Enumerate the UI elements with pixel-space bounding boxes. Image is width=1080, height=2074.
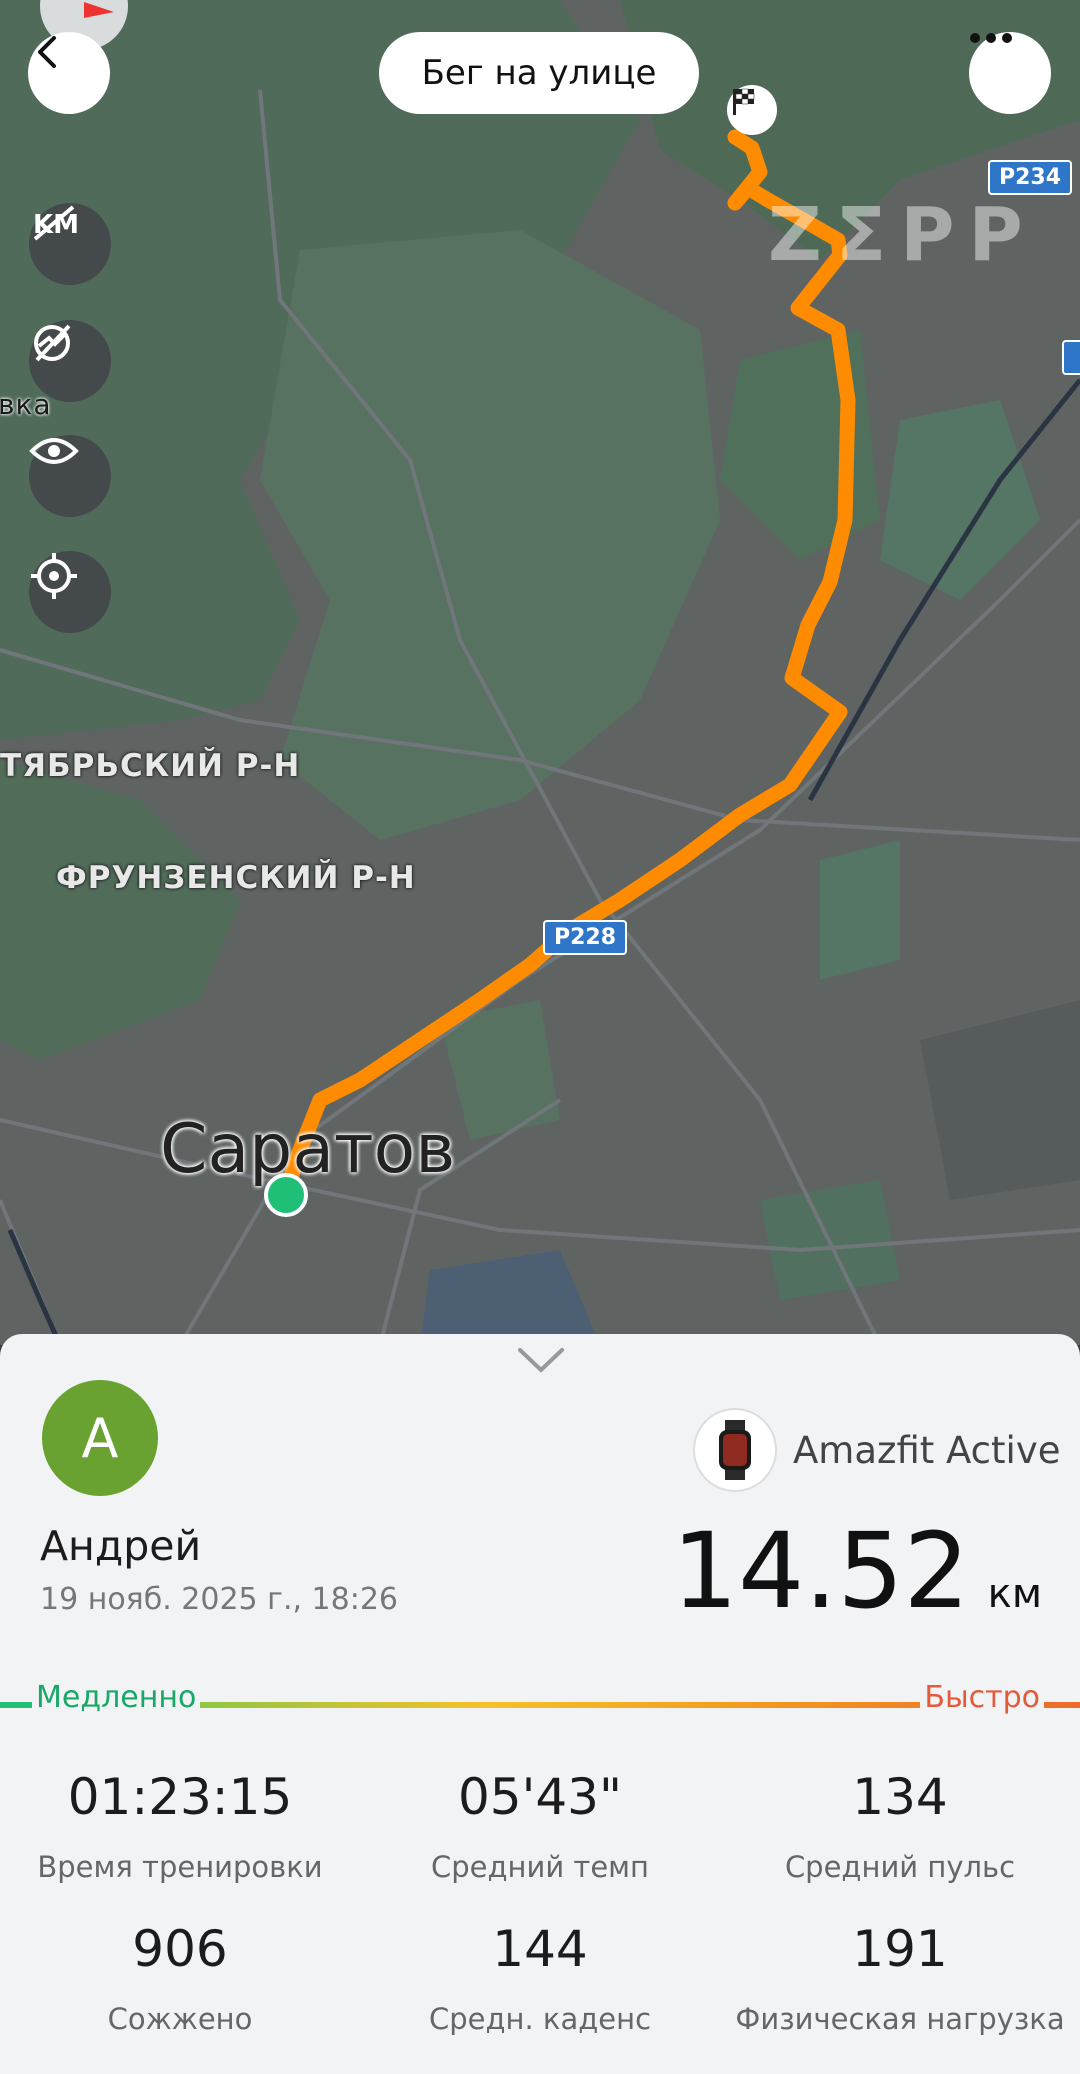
- locate-button[interactable]: [29, 551, 111, 633]
- pace-slow-label: Медленно: [32, 1680, 201, 1715]
- road-shield-p234: P234: [988, 160, 1073, 195]
- device-badge[interactable]: Amazfit Active: [693, 1408, 1060, 1492]
- pace-fast-label: Быстро: [920, 1680, 1044, 1715]
- distance-readout: 14.52 км: [672, 1510, 1042, 1632]
- stat-value-pace: 05'43": [458, 1768, 622, 1826]
- route-map[interactable]: ZΣPP P234 P228 вка ТЯБРЬСКИЙ Р-Н ФРУНЗЕН…: [0, 0, 1080, 1345]
- avatar[interactable]: A: [42, 1380, 158, 1496]
- avatar-letter: A: [81, 1406, 119, 1470]
- stat-label-training-load: Физическая нагрузка: [735, 2002, 1065, 2036]
- stat-label-calories: Сожжено: [107, 2002, 253, 2036]
- collapse-sheet-button[interactable]: [518, 1346, 564, 1376]
- stat-value-cadence: 144: [492, 1920, 588, 1978]
- zepp-watermark: ZΣPP: [768, 192, 1037, 278]
- no-pace-icon: [34, 324, 71, 362]
- visibility-toggle[interactable]: [29, 435, 111, 517]
- stat-label-cadence: Средн. каденс: [428, 2002, 652, 2036]
- stat-label-heart-rate: Средний пульс: [784, 1850, 1016, 1884]
- watch-icon: [693, 1408, 777, 1492]
- road-shield-p228: P228: [543, 920, 628, 955]
- stat-label-pace: Средний темп: [431, 1850, 649, 1884]
- workout-datetime: 19 нояб. 2025 г., 18:26: [40, 1582, 399, 1617]
- back-button[interactable]: [28, 32, 110, 114]
- district-label-oktyabrsky: ТЯБРЬСКИЙ Р-Н: [0, 748, 301, 784]
- chevron-down-icon: [518, 1348, 564, 1373]
- district-label-frunzensky: ФРУНЗЕНСКИЙ Р-Н: [56, 860, 416, 896]
- distance-value: 14.52: [671, 1510, 970, 1632]
- locate-icon: [31, 553, 77, 599]
- city-label: Саратов: [160, 1110, 456, 1189]
- pace-color-toggle[interactable]: [29, 320, 111, 402]
- stat-value-heart-rate: 134: [852, 1768, 948, 1826]
- eye-icon: [29, 438, 79, 464]
- user-name: Андрей: [40, 1522, 202, 1570]
- more-dots-icon: [970, 33, 1012, 43]
- pace-legend: Медленно Быстро: [0, 1680, 1080, 1720]
- device-name: Amazfit Active: [793, 1428, 1061, 1472]
- workout-type-pill[interactable]: Бег на улице: [379, 32, 699, 114]
- stat-label-duration: Время тренировки: [37, 1850, 323, 1884]
- stat-value-calories: 906: [132, 1920, 228, 1978]
- road-shield-edge: [1062, 340, 1080, 375]
- page-title: Бег на улице: [421, 53, 657, 93]
- more-button[interactable]: [969, 32, 1051, 114]
- stat-value-duration: 01:23:15: [67, 1768, 293, 1826]
- km-marker-icon: KM: [33, 205, 79, 241]
- distance-unit: км: [987, 1571, 1042, 1617]
- km-marker-toggle[interactable]: KM: [29, 203, 111, 285]
- stat-value-training-load: 191: [852, 1920, 948, 1978]
- finish-flag-icon: [727, 85, 777, 135]
- chevron-left-icon: [38, 36, 56, 68]
